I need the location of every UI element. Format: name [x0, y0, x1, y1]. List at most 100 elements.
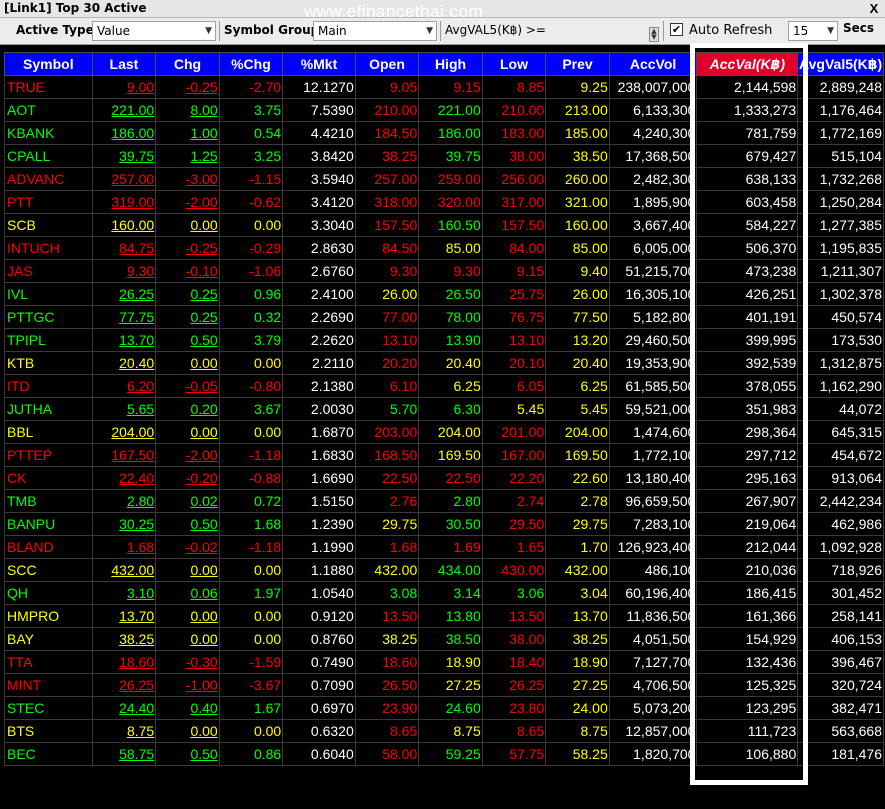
symbol-cell[interactable]: PTT	[4, 190, 93, 214]
avgval5-cell: 258,141	[797, 604, 884, 628]
table-row[interactable]: KTB 20.40 0.00 0.00 2.2110 20.20 20.40 20.10 20.…	[4, 351, 884, 375]
avgval5-cell: 2,889,248	[797, 75, 884, 99]
symbol-cell[interactable]: BBL	[4, 420, 93, 444]
table-row[interactable]: QH 3.10 0.06 1.97 1.0540 3.08 3.14 3.06 3.04 60,1…	[4, 581, 884, 605]
avgval5-cell: 1,772,169	[797, 121, 884, 145]
chg-cell: 0.50	[155, 512, 220, 536]
symbol-cell[interactable]: TMB	[4, 489, 93, 513]
accvol-cell: 51,215,700	[608, 259, 698, 283]
prev-cell: 38.25	[545, 627, 610, 651]
table-row[interactable]: KBANK 186.00 1.00 0.54 4.4210 184.50 186.00 183…	[4, 121, 884, 145]
table-row[interactable]: CPALL 39.75 1.25 3.25 3.8420 38.25 39.75 38.00 3…	[4, 144, 884, 168]
table-row[interactable]: BAY 38.25 0.00 0.00 0.8760 38.25 38.50 38.00 38.…	[4, 627, 884, 651]
low-cell: 38.00	[481, 627, 547, 651]
symbol-cell[interactable]: TRUE	[4, 75, 93, 99]
chg-cell: -1.00	[155, 673, 220, 697]
column-header-accval-k[interactable]: AccVal(K฿)	[696, 52, 799, 76]
auto-refresh-checkbox[interactable]: ✔	[670, 23, 683, 36]
symbol-cell[interactable]: KBANK	[4, 121, 93, 145]
symbol-cell[interactable]: BTS	[4, 719, 93, 743]
table-row[interactable]: BLAND 1.68 -0.02 -1.18 1.1990 1.68 1.69 1.65 1.7…	[4, 535, 884, 559]
table-row[interactable]: JUTHA 5.65 0.20 3.67 2.0030 5.70 6.30 5.45 5.45 5…	[4, 397, 884, 421]
accvol-cell: 5,073,200	[608, 696, 698, 720]
table-row[interactable]: AOT 221.00 8.00 3.75 7.5390 210.00 221.00 210.0…	[4, 98, 884, 122]
symbol-cell[interactable]: SCB	[4, 213, 93, 237]
table-row[interactable]: ADVANC 257.00 -3.00 -1.15 3.5940 257.00 259.00…	[4, 167, 884, 191]
symbol-cell[interactable]: TTA	[4, 650, 93, 674]
table-row[interactable]: PTTEP 167.50 -2.00 -1.18 1.6830 168.50 169.50 1…	[4, 443, 884, 467]
column-header--mkt[interactable]: %Mkt	[282, 52, 356, 76]
last-cell: 9.00	[91, 75, 157, 99]
table-row[interactable]: BEC 58.75 0.50 0.86 0.6040 58.00 59.25 57.75 58.…	[4, 742, 884, 766]
symbol-cell[interactable]: CK	[4, 466, 93, 490]
symbol-cell[interactable]: BAY	[4, 627, 93, 651]
table-row[interactable]: TPIPL 13.70 0.50 3.79 2.2620 13.10 13.90 13.10 1…	[4, 328, 884, 352]
table-row[interactable]: BANPU 30.25 0.50 1.68 1.2390 29.75 30.50 29.50 2…	[4, 512, 884, 536]
symbol-cell[interactable]: BEC	[4, 742, 93, 766]
symbol-cell[interactable]: JAS	[4, 259, 93, 283]
last-cell: 58.75	[91, 742, 157, 766]
high-cell: 169.50	[418, 443, 483, 467]
table-row[interactable]: JAS 9.30 -0.10 -1.06 2.6760 9.30 9.30 9.15 9.40 5…	[4, 259, 884, 283]
table-row[interactable]: STEC 24.40 0.40 1.67 0.6970 23.90 24.60 23.80 24…	[4, 696, 884, 720]
symbol-cell[interactable]: PTTEP	[4, 443, 93, 467]
pct-mkt-cell: 0.6970	[282, 696, 356, 720]
pct-mkt-cell: 1.0540	[282, 581, 356, 605]
symbol-cell[interactable]: HMPRO	[4, 604, 93, 628]
symbol-cell[interactable]: BANPU	[4, 512, 93, 536]
column-header--chg[interactable]: %Chg	[218, 52, 284, 76]
symbol-cell[interactable]: IVL	[4, 282, 93, 306]
symbol-cell[interactable]: QH	[4, 581, 93, 605]
symbol-cell[interactable]: AOT	[4, 98, 93, 122]
table-row[interactable]: PTTGC 77.75 0.25 0.32 2.2690 77.00 78.00 76.75 7…	[4, 305, 884, 329]
column-header-prev[interactable]: Prev	[545, 52, 610, 76]
table-row[interactable]: MINT 26.25 -1.00 -3.67 0.7090 26.50 27.25 26.25…	[4, 673, 884, 697]
symbol-cell[interactable]: JUTHA	[4, 397, 93, 421]
table-row[interactable]: CK 22.40 -0.20 -0.88 1.6690 22.50 22.50 22.20 22…	[4, 466, 884, 490]
column-header-chg[interactable]: Chg	[155, 52, 220, 76]
open-cell: 168.50	[354, 443, 420, 467]
symbol-cell[interactable]: TPIPL	[4, 328, 93, 352]
avgval-filter-label: AvgVAL5(K฿) >=	[445, 23, 546, 37]
symbol-cell[interactable]: KTB	[4, 351, 93, 375]
refresh-interval-select[interactable]: 15 ▼	[788, 21, 838, 41]
symbol-cell[interactable]: ADVANC	[4, 167, 93, 191]
avgval-filter-input[interactable]	[560, 21, 646, 41]
table-row[interactable]: HMPRO 13.70 0.00 0.00 0.9120 13.50 13.80 13.50 1…	[4, 604, 884, 628]
table-row[interactable]: BBL 204.00 0.00 0.00 1.6870 203.00 204.00 201.0…	[4, 420, 884, 444]
symbol-cell[interactable]: ITD	[4, 374, 93, 398]
symbol-cell[interactable]: BLAND	[4, 535, 93, 559]
column-header-accvol[interactable]: AccVol	[608, 52, 698, 76]
column-header-last[interactable]: Last	[91, 52, 157, 76]
active-type-select[interactable]: Value ▼	[92, 21, 216, 41]
column-header-open[interactable]: Open	[354, 52, 420, 76]
symbol-cell[interactable]: PTTGC	[4, 305, 93, 329]
symbol-cell[interactable]: CPALL	[4, 144, 93, 168]
symbol-cell[interactable]: STEC	[4, 696, 93, 720]
close-icon[interactable]: X	[866, 1, 882, 16]
column-header-high[interactable]: High	[418, 52, 483, 76]
table-row[interactable]: PTT 319.00 -2.00 -0.62 3.4120 318.00 320.00 317…	[4, 190, 884, 214]
symbol-cell[interactable]: MINT	[4, 673, 93, 697]
column-header-symbol[interactable]: Symbol	[4, 52, 93, 76]
symbol-cell[interactable]: INTUCH	[4, 236, 93, 260]
high-cell: 186.00	[418, 121, 483, 145]
pct-chg-cell: -0.62	[218, 190, 284, 214]
table-row[interactable]: BTS 8.75 0.00 0.00 0.6320 8.65 8.75 8.65 8.75 12,…	[4, 719, 884, 743]
table-row[interactable]: SCC 432.00 0.00 0.00 1.1880 432.00 434.00 430.0…	[4, 558, 884, 582]
symbol-cell[interactable]: SCC	[4, 558, 93, 582]
column-header-avgval5-k[interactable]: AvgVal5(K฿)	[797, 52, 884, 76]
pct-mkt-cell: 3.8420	[282, 144, 356, 168]
chg-cell: 0.50	[155, 742, 220, 766]
prev-cell: 213.00	[545, 98, 610, 122]
table-row[interactable]: IVL 26.25 0.25 0.96 2.4100 26.00 26.50 25.75 26.…	[4, 282, 884, 306]
table-row[interactable]: INTUCH 84.75 -0.25 -0.29 2.8630 84.50 85.00 84.…	[4, 236, 884, 260]
table-row[interactable]: TMB 2.80 0.02 0.72 1.5150 2.76 2.80 2.74 2.78 96,…	[4, 489, 884, 513]
table-row[interactable]: ITD 6.20 -0.05 -0.80 2.1380 6.10 6.25 6.05 6.25 6…	[4, 374, 884, 398]
table-row[interactable]: TRUE 9.00 -0.25 -2.70 12.1270 9.05 9.15 8.85 9.2…	[4, 75, 884, 99]
column-header-low[interactable]: Low	[481, 52, 547, 76]
table-row[interactable]: TTA 18.60 -0.30 -1.59 0.7490 18.60 18.90 18.40 1…	[4, 650, 884, 674]
symbol-group-select[interactable]: Main ▼	[313, 21, 437, 41]
table-row[interactable]: SCB 160.00 0.00 0.00 3.3040 157.50 160.50 157.5…	[4, 213, 884, 237]
filter-scroll-arrows[interactable]: ▲ ▼	[649, 27, 659, 42]
